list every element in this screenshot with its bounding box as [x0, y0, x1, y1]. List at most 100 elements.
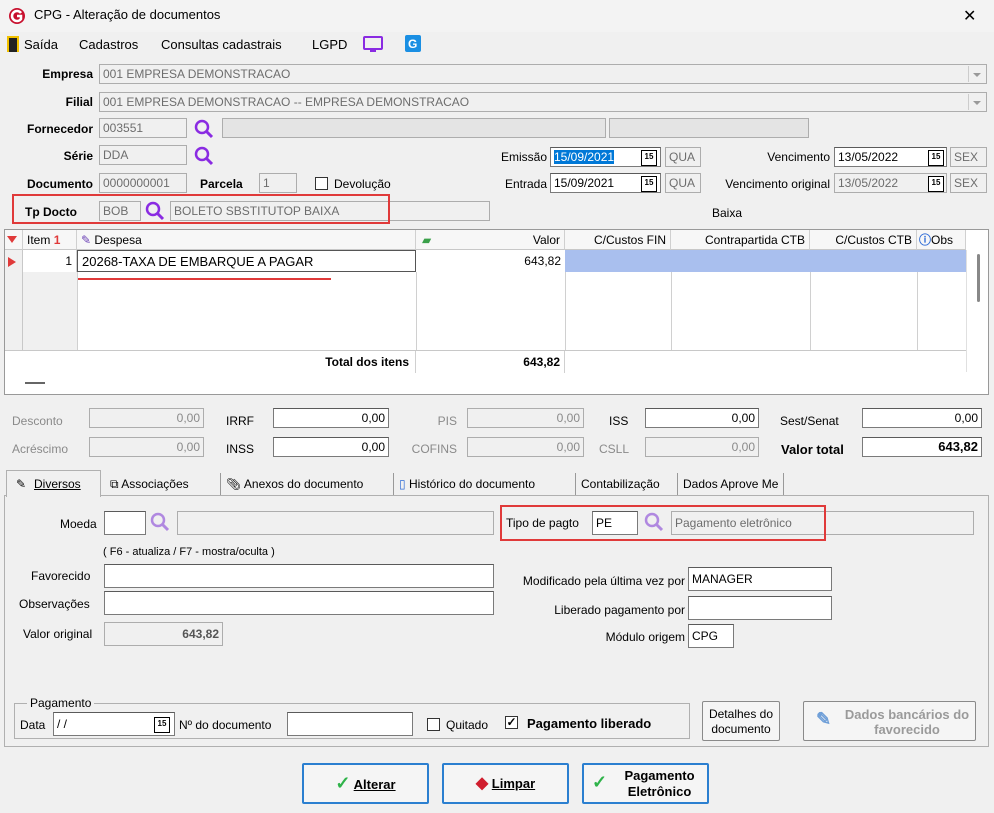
pagamento-liberado-checkbox[interactable]: ✓ [505, 716, 518, 729]
irrf-field[interactable]: 0,00 [273, 408, 389, 428]
documento-input[interactable]: 0000000001 [99, 173, 187, 193]
filial-value: 001 EMPRESA DEMONSTRACAO -- EMPRESA DEMO… [103, 95, 470, 109]
calendar-icon[interactable]: 15 [928, 176, 944, 192]
items-grid[interactable]: Item 1 ✎ Despesa ▰ Valor C/Custos FIN Con… [4, 229, 989, 395]
quitado-checkbox[interactable] [427, 718, 440, 731]
cell-despesa[interactable]: 20268-TAXA DE EMBARQUE A PAGAR [77, 250, 416, 272]
tab-anexos[interactable]: 📎︎ Anexos do documento [220, 473, 363, 495]
observacoes-input[interactable] [104, 591, 494, 615]
sest-senat-label: Sest/Senat [780, 414, 839, 428]
vencimento-original-weekday: SEX [950, 173, 987, 193]
col-valor-label: Valor [532, 233, 560, 247]
parcela-input[interactable]: 1 [259, 173, 297, 193]
close-button[interactable]: ✕ [963, 6, 976, 26]
tab-diversos-label[interactable]: Diversos [34, 473, 81, 495]
empresa-combo[interactable]: 001 EMPRESA DEMONSTRACAO [99, 64, 987, 84]
pagamento-eletronico-button[interactable]: ✓ Pagamento Eletrônico [582, 763, 709, 804]
valor-original-label: Valor original [23, 627, 93, 641]
iss-field[interactable]: 0,00 [645, 408, 759, 428]
col-contrapartida-header[interactable]: Contrapartida CTB [671, 230, 810, 250]
tab-contabilizacao[interactable]: Contabilização [575, 473, 660, 495]
emissao-label: Emissão [500, 150, 547, 164]
checkmark-icon: ✓ [592, 772, 608, 792]
tab-historico-label: Histórico do documento [408, 477, 536, 491]
exit-door-icon[interactable] [7, 36, 19, 52]
col-ccctb-header[interactable]: C/Custos CTB [810, 230, 917, 250]
vencimento-label: Vencimento [767, 150, 830, 164]
sest-senat-field[interactable]: 0,00 [862, 408, 982, 428]
grid-scrollbar[interactable] [966, 250, 988, 372]
fornecedor-input[interactable]: 003551 [99, 118, 187, 138]
liberado-label: Liberado pagamento por [554, 603, 685, 617]
baixa-label: Baixa [712, 206, 743, 220]
liberado-input [688, 596, 832, 620]
menu-consultas-cadastrais[interactable]: Consultas cadastrais [161, 37, 282, 52]
col-obs-header[interactable]: ⓘObs [917, 230, 966, 250]
dados-bancarios-label: Dados bancários do favorecido [844, 707, 970, 737]
entrada-label: Entrada [504, 177, 547, 191]
money-icon: ▰ [422, 233, 432, 247]
g-app-icon[interactable]: G [405, 35, 421, 55]
col-valor-header[interactable]: ▰ Valor [416, 230, 565, 250]
valor-original-field: 643,82 [104, 622, 223, 646]
splitter-handle[interactable] [25, 382, 45, 384]
grid-indicator-header [5, 230, 23, 250]
tab-anexos-label: Anexos do documento [243, 477, 364, 491]
pis-field: 0,00 [467, 408, 584, 428]
moeda-input[interactable] [104, 511, 146, 535]
vencimento-weekday: SEX [950, 147, 987, 167]
row-selection-highlight [565, 250, 966, 272]
pagamento-group-label: Pagamento [27, 696, 95, 710]
menu-lgpd[interactable]: LGPD [312, 37, 347, 52]
emissao-value: 15/09/2021 [554, 150, 615, 164]
search-icon[interactable] [193, 145, 215, 167]
calendar-icon[interactable]: 15 [641, 176, 657, 192]
menu-saida[interactable]: Saída [24, 37, 58, 52]
cofins-field: 0,00 [467, 437, 584, 457]
table-row[interactable]: 1 20268-TAXA DE EMBARQUE A PAGAR 643,82 [23, 250, 966, 272]
highlight-box [12, 194, 390, 224]
chevron-down-icon[interactable] [968, 94, 985, 110]
scroll-thumb[interactable] [977, 254, 980, 302]
menu-cadastros[interactable]: Cadastros [79, 37, 138, 52]
limpar-button[interactable]: ◆ Limpar [442, 763, 569, 804]
irrf-label: IRRF [226, 414, 254, 428]
quitado-label: Quitado [446, 718, 489, 732]
parcela-label: Parcela [200, 177, 243, 191]
calendar-icon[interactable]: 15 [154, 717, 170, 733]
inss-field[interactable]: 0,00 [273, 437, 389, 457]
filial-label: Filial [65, 95, 93, 109]
moeda-desc [177, 511, 494, 535]
tab-dados-aprove-me[interactable]: Dados Aprove Me [677, 473, 785, 495]
search-icon[interactable] [149, 511, 171, 533]
divider [671, 272, 672, 352]
col-item-header[interactable]: Item 1 [23, 230, 77, 250]
filial-combo[interactable]: 001 EMPRESA DEMONSTRACAO -- EMPRESA DEMO… [99, 92, 987, 112]
ndoc-input[interactable] [287, 712, 413, 736]
divider [565, 272, 566, 352]
serie-input[interactable]: DDA [99, 145, 187, 165]
pagamento-data-label: Data [20, 718, 46, 732]
detalhes-documento-button[interactable]: Detalhes do documento [702, 701, 780, 741]
col-ccfin-header[interactable]: C/Custos FIN [565, 230, 671, 250]
highlight-box [500, 505, 826, 541]
favorecido-input[interactable] [104, 564, 494, 588]
search-icon[interactable] [193, 118, 215, 140]
inss-label: INSS [226, 442, 255, 456]
col-despesa-header[interactable]: ✎ Despesa [77, 230, 416, 250]
devolucao-label: Devolução [334, 177, 391, 191]
alterar-button[interactable]: ✓ Alterar [302, 763, 429, 804]
tab-associacoes[interactable]: ⧉ Associações [110, 473, 189, 495]
calendar-icon[interactable]: 15 [928, 150, 944, 166]
monitor-icon[interactable] [363, 36, 383, 56]
tab-historico[interactable]: ▯ Histórico do documento [393, 473, 535, 495]
valor-total-label: Valor total [781, 442, 844, 457]
edit-note-icon: ✎ [81, 233, 92, 247]
chevron-down-icon[interactable] [968, 66, 985, 82]
csll-field: 0,00 [645, 437, 759, 457]
empresa-value: 001 EMPRESA DEMONSTRACAO [103, 67, 291, 81]
dados-bancarios-button[interactable]: ✎ Dados bancários do favorecido [803, 701, 976, 741]
devolucao-checkbox[interactable] [315, 177, 328, 190]
divider [77, 272, 78, 352]
calendar-icon[interactable]: 15 [641, 150, 657, 166]
